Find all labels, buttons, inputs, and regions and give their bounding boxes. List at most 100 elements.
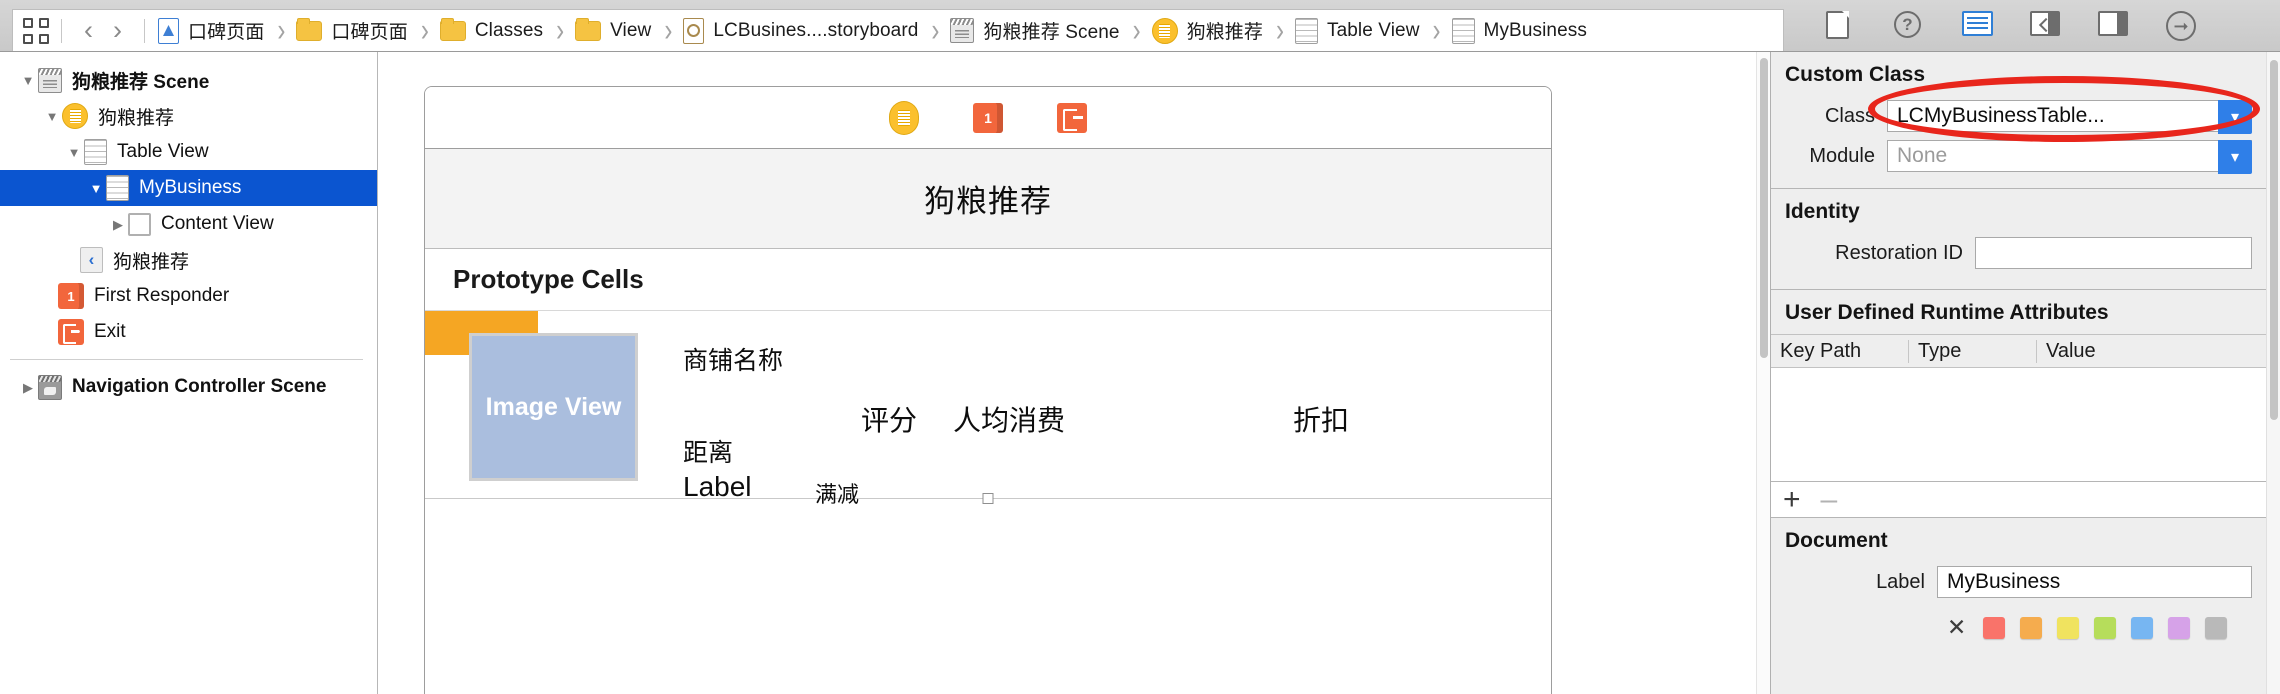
outline-row-label: MyBusiness (139, 177, 241, 199)
help-icon[interactable]: ? (1894, 11, 1924, 41)
disclosure-triangle-icon[interactable] (42, 110, 62, 123)
color-swatch-gray[interactable] (2205, 617, 2227, 639)
outline-row-label: Exit (94, 321, 126, 343)
prototype-cell[interactable]: Image View 商铺名称 距离 Label 满减 评分 人均消费 折扣 (425, 311, 1551, 499)
disclosure-triangle-icon[interactable] (86, 182, 106, 195)
toolbar-divider (61, 19, 62, 43)
breadcrumb-item-group[interactable]: 口碑页面 (295, 10, 408, 51)
library-icon[interactable] (1962, 11, 1992, 41)
disclosure-triangle-icon[interactable] (18, 74, 38, 87)
class-combo-box[interactable]: LCMyBusinessTable... ➞ ▾ (1887, 100, 2252, 132)
back-arrow-icon[interactable]: ‹ (74, 17, 103, 44)
color-swatch-green[interactable] (2094, 617, 2116, 639)
breadcrumb-item-classes[interactable]: Classes (439, 10, 544, 51)
empty-view-icon (128, 213, 151, 236)
breadcrumb-item-table-view[interactable]: Table View (1294, 10, 1421, 51)
xcode-interface-builder-window: ‹ › 口碑页面 › 口碑页面 › Classes › View › (0, 0, 2280, 694)
scrollbar-thumb[interactable] (1760, 58, 1768, 358)
distance-label[interactable]: 距离 (683, 433, 733, 469)
image-view[interactable]: Image View (469, 333, 638, 481)
module-value: None (1888, 144, 2251, 168)
remove-attribute-button[interactable]: – (1821, 485, 1838, 515)
shop-name-label[interactable]: 商铺名称 (683, 341, 783, 377)
breadcrumb-item-project[interactable]: 口碑页面 (157, 10, 265, 51)
manjian-label[interactable]: 满减 (815, 477, 859, 509)
scene-card[interactable]: 1 狗粮推荐 Prototype Cells Image View 商铺名称 距… (424, 86, 1552, 694)
breadcrumb-label: MyBusiness (1484, 20, 1587, 42)
document-icon[interactable] (1826, 11, 1856, 41)
class-field-row: Class LCMyBusinessTable... ➞ ▾ (1771, 96, 2266, 136)
arrow-circle-icon[interactable]: ➞ (2166, 11, 2196, 41)
breadcrumb-item-view[interactable]: View (574, 10, 652, 51)
first-responder-badge: 1 (973, 103, 1003, 133)
module-dropdown-chevron-icon[interactable]: ▾ (2218, 140, 2252, 174)
breadcrumb-item-mybusiness[interactable]: MyBusiness (1451, 10, 1588, 51)
breadcrumb-label: 口碑页面 (188, 17, 264, 44)
restoration-id-input[interactable] (1975, 237, 2252, 269)
outline-row-first-responder[interactable]: 1 First Responder (0, 278, 377, 314)
document-outline-panel[interactable]: 狗粮推荐 Scene 狗粮推荐 Table View MyBusiness Co… (0, 52, 378, 694)
outline-row-scene[interactable]: 狗粮推荐 Scene (0, 62, 377, 98)
clear-color-icon[interactable]: ✕ (1947, 616, 1966, 639)
canvas-vertical-scrollbar[interactable] (1756, 52, 1770, 694)
top-toolbar: ‹ › 口碑页面 › 口碑页面 › Classes › View › (0, 0, 2280, 52)
color-swatch-purple[interactable] (2168, 617, 2190, 639)
restoration-id-row: Restoration ID (1771, 233, 2266, 273)
outline-row-content-view[interactable]: Content View (0, 206, 377, 242)
average-spend-label[interactable]: 人均消费 (953, 399, 1065, 439)
outline-row-back-item[interactable]: ‹ 狗粮推荐 (0, 242, 377, 278)
outline-row-mybusiness[interactable]: MyBusiness (0, 170, 377, 206)
forward-arrow-icon[interactable]: › (103, 17, 132, 44)
outline-row-label: 狗粮推荐 Scene (72, 67, 209, 94)
discount-label[interactable]: 折扣 (1293, 399, 1349, 439)
view-controller-icon[interactable] (887, 101, 921, 135)
document-label-input[interactable]: MyBusiness (1937, 566, 2252, 598)
outline-row-navigation-controller-scene[interactable]: Navigation Controller Scene (0, 369, 377, 405)
breadcrumb-item-storyboard[interactable]: LCBusines....storyboard (682, 10, 919, 51)
breadcrumb-chevron-icon: › (664, 14, 672, 46)
inspector-vertical-scrollbar[interactable] (2266, 52, 2280, 694)
outline-row-view-controller[interactable]: 狗粮推荐 (0, 98, 377, 134)
left-panel-toggle-icon[interactable] (2030, 11, 2060, 41)
navigation-bar: 狗粮推荐 (425, 149, 1551, 249)
exit-icon[interactable] (1055, 101, 1089, 135)
color-swatch-blue[interactable] (2131, 617, 2153, 639)
breadcrumb-label: Table View (1327, 20, 1420, 42)
module-combo-box[interactable]: None ▾ (1887, 140, 2252, 172)
breadcrumb-chevron-icon: › (556, 14, 564, 46)
resize-handle[interactable] (983, 493, 994, 504)
exit-icon (58, 319, 84, 345)
storyboard-canvas[interactable]: 1 狗粮推荐 Prototype Cells Image View 商铺名称 距… (379, 52, 1770, 694)
class-field-label: Class (1785, 105, 1887, 128)
outline-row-exit[interactable]: Exit (0, 314, 377, 350)
breadcrumb-chevron-icon: › (1276, 14, 1284, 46)
score-label[interactable]: 评分 (861, 399, 917, 439)
color-swatch-orange[interactable] (2020, 617, 2042, 639)
toolbar-divider (144, 19, 145, 43)
generic-label[interactable]: Label (683, 471, 752, 503)
view-controller-icon (62, 103, 88, 129)
outline-row-table-view[interactable]: Table View (0, 134, 377, 170)
disclosure-triangle-icon[interactable] (18, 381, 38, 394)
class-dropdown-chevron-icon[interactable]: ▾ (2218, 100, 2252, 134)
storyboard-grid-icon[interactable] (23, 18, 49, 44)
first-responder-icon[interactable]: 1 (971, 101, 1005, 135)
runtime-attributes-toolbar: + – (1771, 482, 2266, 518)
prototype-cells-header: Prototype Cells (425, 249, 1551, 311)
runtime-attributes-table-body[interactable] (1771, 368, 2266, 482)
table-view-icon (84, 139, 107, 165)
breadcrumb-item-view-controller[interactable]: 狗粮推荐 (1151, 10, 1264, 51)
color-swatch-yellow[interactable] (2057, 617, 2079, 639)
jump-bar[interactable]: ‹ › 口碑页面 › 口碑页面 › Classes › View › (12, 9, 1784, 51)
breadcrumb-item-scene[interactable]: 狗粮推荐 Scene (949, 10, 1120, 51)
identity-inspector-panel[interactable]: Custom Class Class LCMyBusinessTable... … (1770, 52, 2280, 694)
outline-row-label: Table View (117, 141, 209, 163)
disclosure-triangle-icon[interactable] (64, 146, 84, 159)
table-view-icon (1295, 18, 1318, 44)
color-swatch-red[interactable] (1983, 617, 2005, 639)
add-attribute-button[interactable]: + (1783, 485, 1801, 515)
disclosure-triangle-icon[interactable] (108, 218, 128, 231)
right-panel-toggle-icon[interactable] (2098, 11, 2128, 41)
table-view-cell-icon (106, 175, 129, 201)
scrollbar-thumb[interactable] (2270, 60, 2278, 420)
